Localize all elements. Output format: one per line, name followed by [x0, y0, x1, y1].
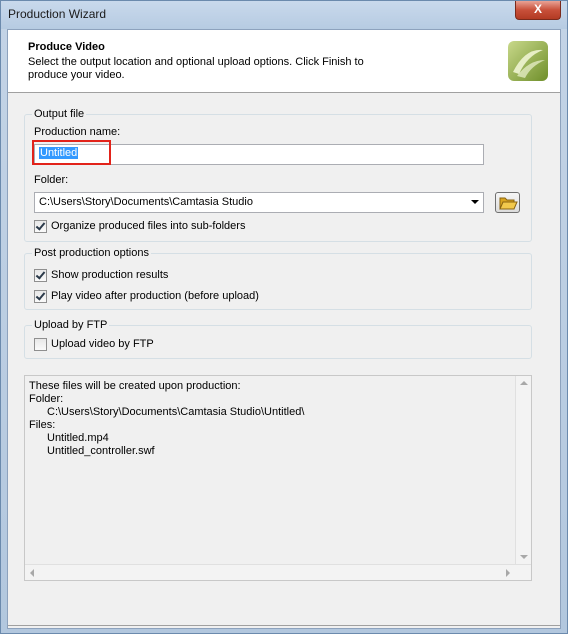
- summary-line: These files will be created upon product…: [29, 380, 241, 392]
- upload-ftp-label: Upload video by FTP: [51, 338, 154, 350]
- production-wizard-window: Production Wizard X Produce Video Select…: [0, 0, 568, 634]
- folder-open-icon: [499, 197, 518, 210]
- output-file-legend: Output file: [32, 108, 87, 120]
- production-summary-box: These files will be created upon product…: [24, 375, 532, 581]
- annotation-highlight: [32, 140, 111, 165]
- folder-path: C:\Users\Story\Documents\Camtasia Studio…: [47, 406, 305, 418]
- page-description: Select the output location and optional …: [28, 56, 364, 81]
- post-production-legend: Post production options: [32, 247, 151, 259]
- organize-subfolders-label: Organize produced files into sub-folders: [51, 220, 246, 232]
- wizard-client-area: Produce Video Select the output location…: [7, 29, 561, 629]
- show-results-label: Show production results: [51, 269, 169, 281]
- file-item: Untitled_controller.swf: [47, 445, 155, 457]
- window-title: Production Wizard: [8, 7, 107, 21]
- checkbox-box: [34, 220, 47, 233]
- horizontal-scrollbar[interactable]: [25, 564, 531, 580]
- ftp-group: Upload by FTP Upload video by FTP: [24, 319, 532, 359]
- play-video-label: Play video after production (before uplo…: [51, 290, 259, 302]
- checkbox-box: [34, 290, 47, 303]
- upload-ftp-checkbox[interactable]: Upload video by FTP: [34, 338, 214, 352]
- browse-folder-button[interactable]: [495, 192, 520, 213]
- scroll-down-icon[interactable]: [520, 555, 528, 559]
- page-title: Produce Video: [28, 41, 105, 53]
- organize-subfolders-checkbox[interactable]: Organize produced files into sub-folders: [34, 220, 274, 234]
- wizard-header: Produce Video Select the output location…: [8, 30, 560, 93]
- checkmark-icon: [35, 290, 46, 301]
- file-item: Untitled.mp4: [47, 432, 109, 444]
- production-name-label: Production name:: [34, 126, 121, 138]
- folder-label: Folder:: [34, 174, 69, 186]
- chevron-down-icon: [471, 200, 479, 204]
- output-file-group: Output file Production name: Untitled Fo…: [24, 108, 532, 242]
- checkmark-icon: [35, 269, 46, 280]
- checkbox-box: [34, 269, 47, 282]
- vertical-scrollbar[interactable]: [515, 376, 531, 564]
- scroll-right-icon[interactable]: [506, 569, 510, 577]
- footer-divider: [8, 625, 560, 626]
- folder-heading: Folder:: [29, 393, 64, 405]
- summary-text: These files will be created upon product…: [29, 380, 304, 458]
- post-production-group: Post production options Show production …: [24, 247, 532, 310]
- scroll-up-icon[interactable]: [520, 381, 528, 385]
- files-heading: Files:: [29, 419, 56, 431]
- play-video-checkbox[interactable]: Play video after production (before uplo…: [34, 290, 314, 304]
- close-button[interactable]: X: [515, 1, 561, 20]
- checkbox-box: [34, 338, 47, 351]
- scroll-left-icon[interactable]: [30, 569, 34, 577]
- checkmark-icon: [35, 220, 46, 231]
- camtasia-logo-icon: [508, 41, 548, 81]
- show-results-checkbox[interactable]: Show production results: [34, 269, 234, 283]
- folder-dropdown[interactable]: C:\Users\Story\Documents\Camtasia Studio: [34, 192, 484, 213]
- folder-value: C:\Users\Story\Documents\Camtasia Studio: [39, 196, 253, 208]
- ftp-legend: Upload by FTP: [32, 319, 110, 331]
- title-bar[interactable]: Production Wizard X: [1, 1, 567, 29]
- close-icon: X: [533, 2, 542, 16]
